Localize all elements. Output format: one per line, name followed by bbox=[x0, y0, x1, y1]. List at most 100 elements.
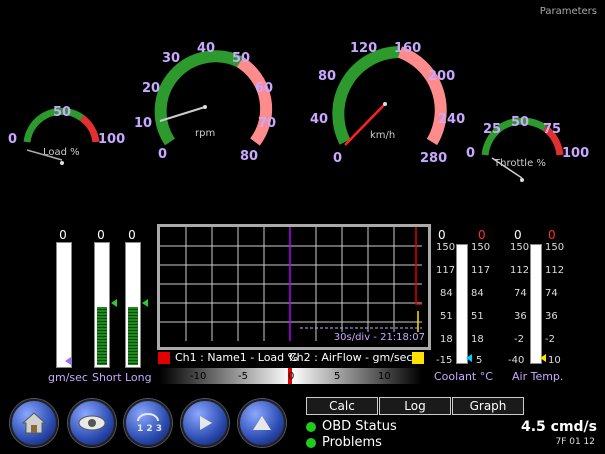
view-button[interactable] bbox=[68, 399, 116, 447]
coolant-tick-l0: 150 bbox=[436, 242, 456, 253]
coolant-bar bbox=[456, 244, 468, 364]
long-bar bbox=[125, 242, 148, 368]
coolant-value-left: 0 bbox=[438, 228, 446, 242]
speed-label-160: 160 bbox=[394, 41, 421, 56]
coolant-tick-r1: 117 bbox=[471, 265, 491, 276]
airtemp-tick-r0: 150 bbox=[545, 242, 565, 253]
load-label-0: 0 bbox=[8, 132, 17, 147]
airtemp-tick-r2: 74 bbox=[545, 288, 558, 299]
airtemp-tick-r4: -2 bbox=[545, 334, 555, 345]
rpm-caption: rpm bbox=[195, 128, 215, 139]
throttle-gauge: 0 25 50 75 100 Throttle % bbox=[466, 115, 589, 182]
airtemp-tick-r1: 112 bbox=[545, 265, 565, 276]
svg-text:1 2 3: 1 2 3 bbox=[137, 424, 162, 434]
coolant-tick-r2: 84 bbox=[471, 288, 484, 299]
speed-label-200: 200 bbox=[428, 69, 455, 84]
coolant-label: Coolant °C bbox=[434, 370, 493, 383]
coolant-tick-r4: 18 bbox=[471, 334, 484, 345]
problems-status[interactable]: Problems bbox=[306, 435, 382, 450]
up-arrow-icon bbox=[253, 416, 271, 430]
rpm-label-20: 20 bbox=[142, 81, 160, 96]
airtemp-value-left: 0 bbox=[514, 228, 522, 242]
maf-label: gm/sec bbox=[48, 371, 88, 384]
short-label: Short bbox=[92, 371, 122, 384]
rpm-label-70: 70 bbox=[258, 116, 276, 131]
home-icon bbox=[21, 412, 47, 434]
play-button[interactable] bbox=[181, 399, 229, 447]
scale-tick-neg10: -10 bbox=[190, 371, 207, 382]
speed-label-120: 120 bbox=[350, 41, 377, 56]
problems-indicator bbox=[306, 437, 316, 448]
airtemp-tick-l2: 74 bbox=[514, 288, 527, 299]
airtemp-bar bbox=[530, 244, 542, 364]
scale-tick-5: 5 bbox=[334, 371, 341, 382]
ch2-legend: Ch2 : AirFlow - gm/sec bbox=[289, 351, 413, 364]
throttle-label-25: 25 bbox=[483, 122, 501, 137]
rpm-label-40: 40 bbox=[197, 41, 215, 56]
play-icon bbox=[200, 416, 212, 430]
airtemp-label: Air Temp. bbox=[512, 370, 564, 383]
short-value: 0 bbox=[97, 228, 105, 242]
speed-gauge: 0 40 80 120 160 200 240 280 km/h bbox=[310, 41, 465, 166]
speed-label-0: 0 bbox=[333, 151, 342, 166]
tab-log[interactable]: Log bbox=[379, 397, 451, 415]
speed-label-240: 240 bbox=[438, 112, 465, 127]
rpm-label-10: 10 bbox=[134, 116, 152, 131]
long-value: 0 bbox=[128, 228, 136, 242]
sequence-icon: 1 2 3 bbox=[137, 413, 162, 434]
rpm-label-80: 80 bbox=[240, 149, 258, 164]
airtemp-tick-l3: 36 bbox=[514, 311, 527, 322]
coolant-tick-r0: 150 bbox=[471, 242, 491, 253]
obd-status-label: OBD Status bbox=[322, 419, 397, 434]
tab-calc[interactable]: Calc bbox=[306, 397, 378, 415]
rpm-needle bbox=[159, 106, 206, 122]
coolant-value-right: 0 bbox=[478, 228, 486, 242]
home-button[interactable] bbox=[10, 399, 58, 447]
scale-tick-10: 10 bbox=[378, 371, 391, 382]
scale-tick-0: 0 bbox=[288, 371, 295, 382]
coolant-tick-l4: 18 bbox=[440, 334, 453, 345]
rpm-gauge: 0 10 20 30 40 50 60 70 80 rpm bbox=[134, 41, 276, 164]
maf-value: 0 bbox=[59, 228, 67, 242]
ch2-swatch bbox=[412, 352, 424, 364]
short-bar bbox=[94, 242, 117, 368]
up-button[interactable] bbox=[238, 399, 286, 447]
rpm-label-30: 30 bbox=[162, 51, 180, 66]
coolant-tick-r3: 51 bbox=[471, 311, 484, 322]
coolant-tick-r5: 5 bbox=[476, 355, 483, 366]
scale-tick-neg5: -5 bbox=[238, 371, 248, 382]
coolant-tick-l2: 84 bbox=[440, 288, 453, 299]
load-label-50: 50 bbox=[53, 105, 71, 120]
speed-label-280: 280 bbox=[420, 151, 447, 166]
status-code: 7F 01 12 bbox=[555, 437, 595, 447]
speed-caption: km/h bbox=[370, 130, 395, 141]
ch1-swatch bbox=[158, 352, 170, 364]
load-label-100: 100 bbox=[98, 132, 125, 147]
throttle-label-100: 100 bbox=[562, 146, 589, 161]
rpm-label-50: 50 bbox=[232, 51, 250, 66]
rpm-label-60: 60 bbox=[255, 81, 273, 96]
obd-status[interactable]: OBD Status bbox=[306, 419, 397, 434]
sequence-button[interactable]: 1 2 3 bbox=[124, 399, 172, 447]
coolant-tick-l1: 117 bbox=[436, 265, 456, 276]
obd-status-indicator bbox=[306, 421, 316, 432]
gauge-panel: 0 50 100 Load % 0 10 20 30 40 50 60 70 8… bbox=[8, 41, 589, 182]
graph-timebase: 30s/div - 21:18:07 bbox=[333, 332, 425, 343]
graph-plot[interactable]: 30s/div - 21:18:07 bbox=[157, 224, 431, 350]
throttle-label-75: 75 bbox=[543, 122, 561, 137]
airtemp-tick-l4: -2 bbox=[514, 334, 524, 345]
throttle-label-0: 0 bbox=[466, 146, 475, 161]
problems-label: Problems bbox=[322, 435, 382, 450]
tab-graph[interactable]: Graph bbox=[452, 397, 524, 415]
airtemp-tick-l5: -40 bbox=[508, 355, 525, 366]
airtemp-tick-r3: 36 bbox=[545, 311, 558, 322]
speed-label-80: 80 bbox=[318, 69, 336, 84]
airtemp-value-right: 0 bbox=[548, 228, 556, 242]
airtemp-tick-l0: 150 bbox=[510, 242, 530, 253]
rpm-label-0: 0 bbox=[158, 147, 167, 162]
load-gauge: 0 50 100 Load % bbox=[8, 105, 125, 165]
throttle-label-50: 50 bbox=[511, 115, 529, 130]
maf-bar bbox=[56, 242, 72, 368]
airtemp-tick-r5: 10 bbox=[548, 355, 561, 366]
coolant-tick-l5: -15 bbox=[436, 355, 453, 366]
